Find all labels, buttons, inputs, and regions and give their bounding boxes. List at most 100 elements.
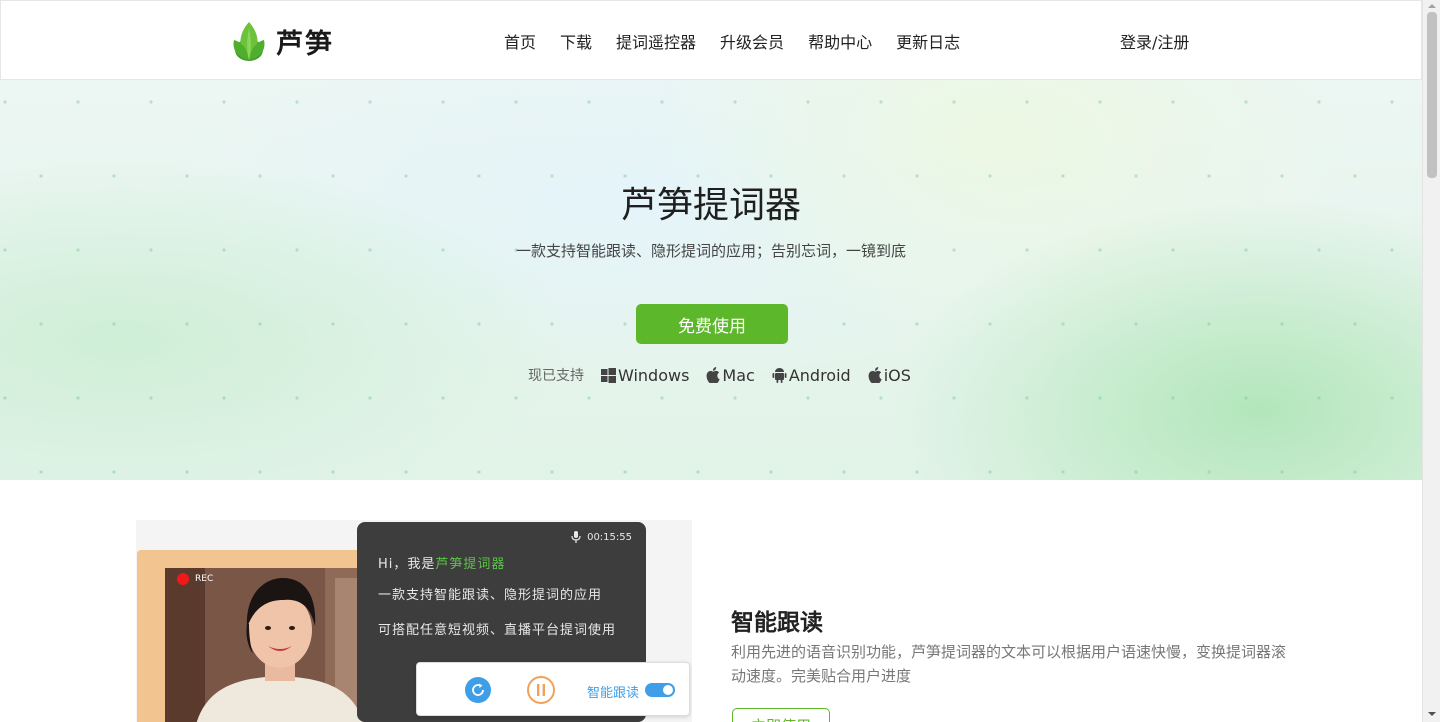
decor-dot <box>441 100 445 104</box>
decor-dot <box>368 100 372 104</box>
login-register-link[interactable]: 登录/注册 <box>1120 29 1189 53</box>
decor-dot <box>1171 396 1175 400</box>
free-use-button[interactable]: 免费使用 <box>636 304 788 344</box>
decor-dot <box>1317 396 1321 400</box>
scroll-down-icon[interactable] <box>1427 710 1437 718</box>
platform-mac[interactable]: Mac <box>706 366 755 385</box>
android-icon <box>772 368 787 383</box>
decor-dot <box>1061 470 1065 474</box>
decor-dot <box>258 322 262 326</box>
nav-item-help[interactable]: 帮助中心 <box>808 29 872 53</box>
decor-dot <box>76 396 80 400</box>
decor-dot <box>1317 100 1321 104</box>
decor-dot <box>1025 396 1029 400</box>
logo[interactable]: 芦笋 <box>232 19 352 63</box>
decor-dot <box>915 470 919 474</box>
nav-item-home[interactable]: 首页 <box>504 29 536 53</box>
restart-button[interactable] <box>465 677 491 703</box>
decor-dot <box>587 100 591 104</box>
prompter-highlight: 芦笋提词器 <box>435 557 506 572</box>
decor-dot <box>1353 470 1357 474</box>
decor-dot <box>1390 396 1394 400</box>
apple-icon <box>868 367 882 383</box>
decor-dot <box>39 322 43 326</box>
decor-dot <box>988 470 992 474</box>
decor-dot <box>550 470 554 474</box>
decor-dot <box>1353 322 1357 326</box>
nav-item-vip[interactable]: 升级会员 <box>720 29 784 53</box>
use-now-button[interactable]: 立即使用 <box>732 708 830 722</box>
decor-dot <box>1244 100 1248 104</box>
decor-dot <box>477 470 481 474</box>
site-header: 芦笋 首页 下载 提词遥控器 升级会员 帮助中心 更新日志 登录/注册 <box>0 0 1422 80</box>
decor-dot <box>623 470 627 474</box>
page-scrollbar[interactable] <box>1422 0 1440 722</box>
prompter-line-2: 一款支持智能跟读、隐形提词的应用 <box>378 588 603 603</box>
decor-dot <box>3 396 7 400</box>
decor-dot <box>1098 100 1102 104</box>
platform-label: Windows <box>618 365 690 385</box>
decor-dot <box>295 100 299 104</box>
decor-dot <box>696 470 700 474</box>
brand-name: 芦笋 <box>276 28 334 60</box>
decor-dot <box>915 322 919 326</box>
decor-dot <box>1098 396 1102 400</box>
decor-dot <box>1390 100 1394 104</box>
rec-indicator: REC <box>177 573 213 585</box>
decor-dot <box>1171 100 1175 104</box>
decor-dot <box>952 396 956 400</box>
decor-dot <box>1025 100 1029 104</box>
decor-dot <box>879 100 883 104</box>
decor-dot <box>842 470 846 474</box>
smart-follow-toggle[interactable] <box>645 683 675 697</box>
prompter-controls: 智能跟读 <box>416 662 690 716</box>
platform-windows[interactable]: Windows <box>601 366 689 385</box>
decor-dot <box>1207 470 1211 474</box>
feature-description: 利用先进的语音识别功能，芦笋提词器的文本可以根据用户语速快慢，变换提词器滚动速度… <box>731 643 1287 685</box>
nav-item-remote[interactable]: 提词遥控器 <box>616 29 696 53</box>
decor-dot <box>806 100 810 104</box>
decor-dot <box>149 100 153 104</box>
decor-dot <box>550 322 554 326</box>
decor-dot <box>769 470 773 474</box>
prompter-greeting: Hi，我是 <box>378 557 436 572</box>
refresh-icon <box>472 683 484 696</box>
nav-item-download[interactable]: 下载 <box>560 29 592 53</box>
decor-dot <box>149 396 153 400</box>
platform-android[interactable]: Android <box>772 366 851 385</box>
decor-dot <box>879 396 883 400</box>
decor-dot <box>258 470 262 474</box>
decor-dot <box>185 470 189 474</box>
leaf-logo-icon <box>233 22 265 61</box>
toggle-knob <box>663 685 673 695</box>
decor-dot <box>952 100 956 104</box>
microphone-icon <box>571 531 581 543</box>
decor-dot <box>404 322 408 326</box>
scrollbar-thumb[interactable] <box>1427 12 1437 178</box>
decor-dot <box>660 100 664 104</box>
platform-ios[interactable]: iOS <box>868 366 911 385</box>
decor-dot <box>514 100 518 104</box>
decor-dot <box>1244 396 1248 400</box>
pause-button[interactable] <box>527 676 555 704</box>
main-nav: 首页 下载 提词遥控器 升级会员 帮助中心 更新日志 <box>504 29 984 53</box>
prompter-line-1: Hi，我是芦笋提词器 <box>378 553 505 572</box>
decor-dot <box>295 396 299 400</box>
nav-item-changelog[interactable]: 更新日志 <box>896 29 960 53</box>
pause-icon <box>537 684 545 696</box>
decor-dot <box>988 322 992 326</box>
scroll-up-icon[interactable] <box>1427 2 1437 10</box>
decor-dot <box>441 396 445 400</box>
decor-dot <box>733 100 737 104</box>
decor-dot <box>660 396 664 400</box>
apple-icon <box>707 367 721 383</box>
decor-dot <box>185 322 189 326</box>
decor-dot <box>733 396 737 400</box>
platform-list: 现已支持 Windows Mac Android iOS <box>528 365 928 385</box>
decor-dot <box>3 100 7 104</box>
decor-dot <box>1134 470 1138 474</box>
platform-label: Android <box>788 365 851 385</box>
decor-dot <box>1134 322 1138 326</box>
decor-dot <box>112 322 116 326</box>
decor-dot <box>514 396 518 400</box>
